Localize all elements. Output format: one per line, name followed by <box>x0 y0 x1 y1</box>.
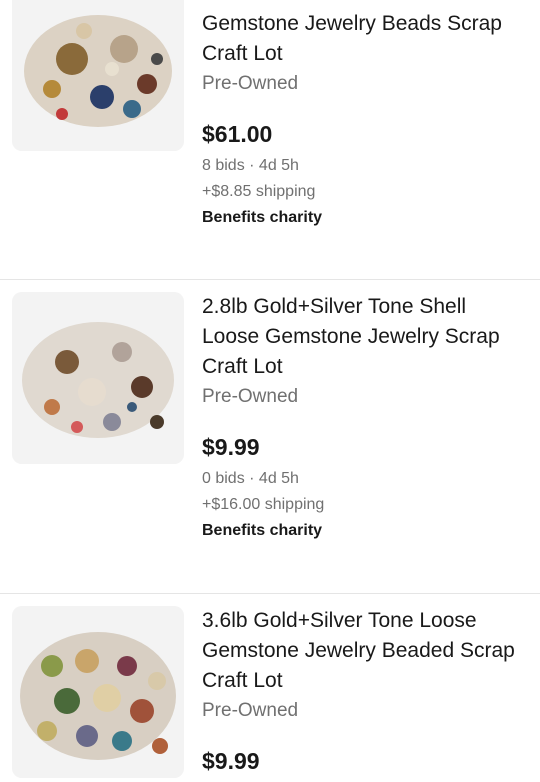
listing-title[interactable]: 3.6lb Gold+Silver Tone Loose Gemstone Je… <box>202 606 530 696</box>
listing-divider <box>0 279 540 280</box>
listing-condition: Pre-Owned <box>202 386 299 407</box>
listing-title-line: Gemstone Jewelry Beaded Scrap <box>202 639 515 662</box>
listing-thumbnail[interactable] <box>12 292 184 464</box>
gemstone-lot-photo-icon <box>12 606 184 778</box>
jewelry-lot-photo-icon <box>12 0 184 151</box>
listing-thumbnail[interactable] <box>12 606 184 778</box>
listing-title-line: Loose Gemstone Jewelry Scrap <box>202 325 500 348</box>
listing-price: $9.99 <box>202 434 260 460</box>
listing-title-line: Craft Lot <box>202 42 283 65</box>
listing-title-line: 3.6lb Gold+Silver Tone Loose <box>202 609 477 632</box>
listing-bids: 8 bids · 4d 5h <box>202 157 299 174</box>
listing-divider <box>0 593 540 594</box>
listing-title-line: Craft Lot <box>202 669 283 692</box>
listing-shipping: +$8.85 shipping <box>202 183 316 200</box>
listing-price: $61.00 <box>202 121 273 147</box>
listing-title[interactable]: Gemstone Jewelry Beads Scrap Gemstone Je… <box>202 0 530 69</box>
listing-condition: Pre-Owned <box>202 700 299 721</box>
listing-charity-badge: Benefits charity <box>202 522 323 539</box>
listing-condition: Pre-Owned <box>202 73 299 94</box>
listing-charity-badge: Benefits charity <box>202 209 323 226</box>
listing-title-line: Gemstone Jewelry Beads Scrap <box>202 12 502 35</box>
jewelry-lot-photo-icon <box>12 292 184 464</box>
listing-bids: 0 bids · 4d 5h <box>202 470 299 487</box>
listing-title-line: Craft Lot <box>202 355 283 378</box>
listing-price: $9.99 <box>202 748 260 774</box>
listing-shipping: +$16.00 shipping <box>202 496 325 513</box>
listing-thumbnail[interactable] <box>12 0 184 151</box>
listing-title[interactable]: 2.8lb Gold+Silver Tone Shell Loose Gemst… <box>202 292 530 382</box>
listing-title-line: 2.8lb Gold+Silver Tone Shell <box>202 295 467 318</box>
